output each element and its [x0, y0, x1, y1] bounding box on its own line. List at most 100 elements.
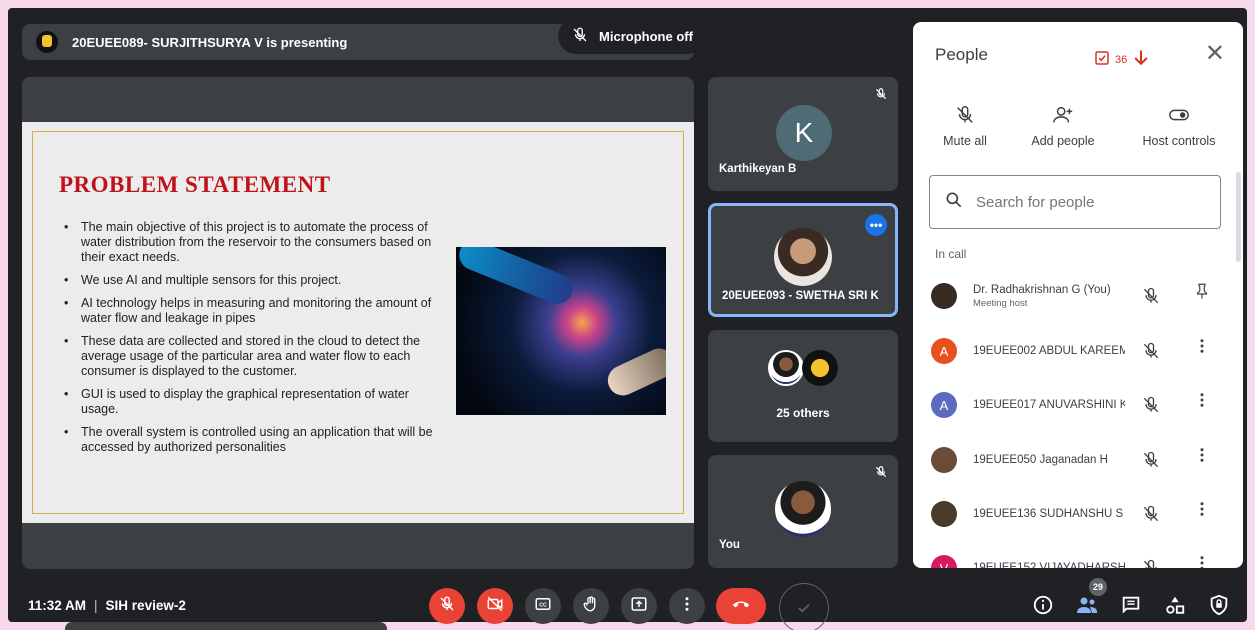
more-vertical-icon[interactable]: [1193, 554, 1211, 568]
slide-bullet: The overall system is controlled using a…: [64, 425, 434, 455]
participant-name: Dr. Radhakrishnan G (You): [973, 283, 1111, 296]
participant-name: 19EUEE002 ABDUL KAREEM...: [973, 345, 1125, 357]
check-circle-button[interactable]: [779, 583, 829, 630]
people-icon: [1075, 593, 1099, 622]
mic-off-icon[interactable]: [1141, 504, 1161, 529]
participant-tile-swetha[interactable]: ••• 20EUEE093 - SWETHA SRI K: [708, 203, 898, 317]
participant-role: Meeting host: [973, 297, 1028, 309]
info-icon: [1032, 594, 1054, 621]
chat-icon: [1120, 594, 1142, 621]
close-panel-button[interactable]: ✕: [1205, 42, 1225, 66]
participant-name: 19EUEE017 ANUVARSHINI K ...: [973, 399, 1125, 411]
avatar: [768, 350, 804, 386]
slide-bullet: GUI is used to display the graphical rep…: [64, 387, 434, 417]
participant-name: You: [719, 539, 740, 551]
leave-call-button[interactable]: [716, 588, 766, 624]
host-safety-button[interactable]: [1206, 594, 1232, 620]
others-tile[interactable]: 25 others: [708, 330, 898, 442]
participant-badge[interactable]: 36: [1093, 48, 1151, 71]
mic-off-icon[interactable]: [1141, 395, 1161, 420]
search-people-field[interactable]: [929, 175, 1221, 229]
participant-row[interactable]: 19EUEE136 SUDHANSHU S: [931, 494, 1231, 534]
avatar: A: [931, 392, 957, 418]
participant-row[interactable]: Dr. Radhakrishnan G (You) Meeting host: [931, 276, 1231, 316]
participant-name: 19EUEE050 Jaganadan H: [973, 454, 1108, 466]
people-button[interactable]: [1074, 594, 1100, 620]
others-count-label: 25 others: [776, 406, 830, 420]
badge-count: 36: [1115, 53, 1128, 66]
checklist-icon: [1093, 49, 1111, 70]
bottom-notification-pill: [65, 622, 387, 630]
participant-tile-you[interactable]: You: [708, 455, 898, 568]
avatar: [931, 501, 957, 527]
participant-name: 20EUEE093 - SWETHA SRI K: [722, 290, 879, 302]
mic-off-icon: [571, 26, 589, 47]
panel-scrollbar[interactable]: [1236, 172, 1241, 262]
participant-row[interactable]: V 19EUEE152 VIJAYADHARSHI...: [931, 548, 1231, 568]
chat-button[interactable]: [1118, 594, 1144, 620]
search-icon: [944, 190, 964, 215]
host-controls-button[interactable]: Host controls: [1137, 104, 1221, 148]
clock-time: 11:32 AM: [28, 598, 87, 613]
more-options-button[interactable]: •••: [865, 214, 887, 236]
mic-off-icon[interactable]: [1141, 450, 1161, 475]
presentation-tile[interactable]: PROBLEM STATEMENT The main objective of …: [22, 77, 694, 569]
mute-all-button[interactable]: Mute all: [935, 104, 995, 148]
participant-name-group: Dr. Radhakrishnan G (You) Meeting host: [973, 284, 1125, 309]
people-panel: People 36 ✕ Mute all Add people Host con…: [913, 22, 1243, 568]
camera-off-icon: [486, 595, 504, 618]
avatar: [931, 447, 957, 473]
more-vertical-icon[interactable]: [1193, 446, 1211, 469]
microphone-toggle-button[interactable]: [429, 588, 465, 624]
slide-bullet: We use AI and multiple sensors for this …: [64, 273, 434, 288]
raise-hand-button[interactable]: [573, 588, 609, 624]
mic-off-icon[interactable]: [1141, 341, 1161, 366]
more-vertical-icon[interactable]: [1193, 337, 1211, 360]
slide-title: PROBLEM STATEMENT: [59, 172, 331, 197]
microphone-off-indicator: Microphone off: [558, 18, 706, 54]
participant-row[interactable]: A 19EUEE002 ABDUL KAREEM...: [931, 331, 1231, 371]
presenter-avatar: [36, 31, 58, 53]
more-vertical-icon[interactable]: [1193, 500, 1211, 523]
phone-hangup-icon: [730, 593, 752, 620]
avatar: K: [776, 105, 832, 161]
participant-name-group: 19EUEE002 ABDUL KAREEM...: [973, 345, 1125, 357]
mic-off-icon[interactable]: [1141, 558, 1161, 568]
meeting-name: SIH review-2: [105, 598, 186, 613]
avatar: [931, 283, 957, 309]
add-people-label: Add people: [1031, 134, 1095, 148]
arrow-down-icon: [1131, 48, 1151, 71]
mic-off-icon: [935, 104, 995, 130]
meeting-details-button[interactable]: [1030, 594, 1056, 620]
search-input[interactable]: [976, 193, 1206, 211]
pin-icon[interactable]: [1193, 282, 1211, 305]
participant-row[interactable]: A 19EUEE017 ANUVARSHINI K ...: [931, 385, 1231, 425]
present-screen-button[interactable]: [621, 588, 657, 624]
avatar: [775, 481, 831, 537]
present-icon: [630, 595, 648, 618]
participant-name-group: 19EUEE136 SUDHANSHU S: [973, 508, 1125, 520]
activities-button[interactable]: [1162, 594, 1188, 620]
slide-bullets: The main objective of this project is to…: [64, 220, 434, 463]
more-vertical-icon[interactable]: [1193, 391, 1211, 414]
activities-icon: [1164, 594, 1186, 621]
in-call-heading: In call: [935, 247, 967, 261]
participant-name-group: 19EUEE017 ANUVARSHINI K ...: [973, 399, 1125, 411]
participant-name: 19EUEE136 SUDHANSHU S: [973, 508, 1124, 520]
mic-off-icon: [874, 87, 888, 106]
avatar: V: [931, 555, 957, 568]
avatar: [802, 350, 838, 386]
mute-all-label: Mute all: [943, 134, 987, 148]
participant-tile-karthikeyan[interactable]: K Karthikeyan B: [708, 77, 898, 191]
meeting-info: 11:32 AM | SIH review-2: [28, 598, 186, 613]
participant-name-group: 19EUEE050 Jaganadan H: [973, 454, 1125, 466]
camera-toggle-button[interactable]: [477, 588, 513, 624]
more-options-button[interactable]: [669, 588, 705, 624]
mic-off-icon[interactable]: [1141, 286, 1161, 311]
check-icon: [794, 598, 814, 623]
add-people-button[interactable]: Add people: [1025, 104, 1101, 148]
captions-button[interactable]: CC: [525, 588, 561, 624]
participant-row[interactable]: 19EUEE050 Jaganadan H: [931, 440, 1231, 480]
add-person-icon: [1025, 104, 1101, 130]
participant-name-group: 19EUEE152 VIJAYADHARSHI...: [973, 562, 1125, 568]
